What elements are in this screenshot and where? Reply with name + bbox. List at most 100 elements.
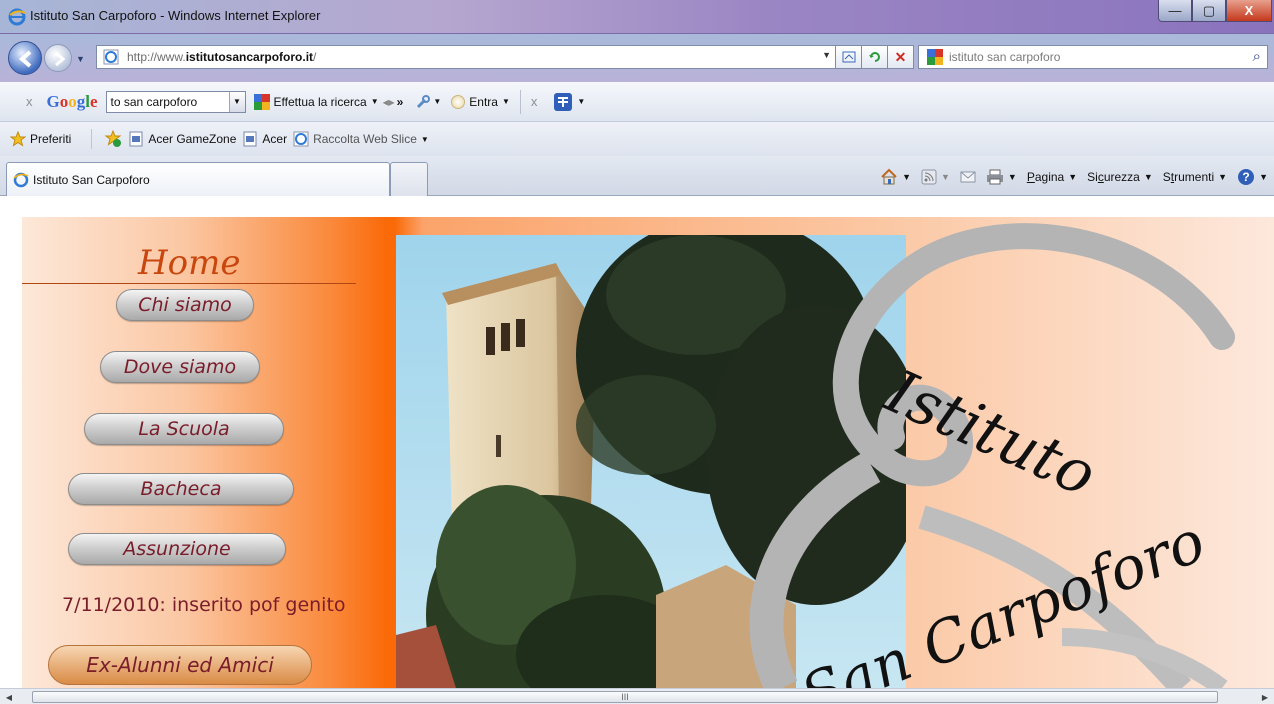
- forward-arrow-icon: [55, 51, 66, 67]
- window-title: Istituto San Carpoforo - Windows Interne…: [30, 8, 321, 23]
- horizontal-scrollbar[interactable]: ◀ III ▶: [0, 688, 1274, 704]
- google-search-button[interactable]: Effettua la ricerca ▼: [253, 93, 379, 110]
- add-to-favorites-icon[interactable]: [104, 130, 122, 148]
- home-link[interactable]: Home: [138, 243, 240, 283]
- back-arrow-icon: [18, 50, 32, 68]
- home-icon: [881, 168, 897, 185]
- stop-button[interactable]: ✕: [888, 45, 914, 69]
- read-mail-button[interactable]: [960, 170, 976, 184]
- favorites-button[interactable]: Preferiti: [10, 131, 71, 147]
- help-button[interactable]: ? ▼: [1237, 168, 1268, 186]
- address-bar[interactable]: http://www.istitutosancarpoforo.it/ ▼: [96, 45, 836, 69]
- chevron-down-icon: ▼: [433, 97, 442, 106]
- search-icon[interactable]: ⌕: [1253, 48, 1261, 65]
- safety-menu-label: Sicurezza: [1087, 170, 1140, 184]
- chevron-down-icon: ▼: [1007, 172, 1017, 182]
- refresh-icon: [868, 52, 880, 62]
- navigation-bar: ▼ http://www.istitutosancarpoforo.it/ ▼ …: [0, 34, 1274, 82]
- nav-assunzione[interactable]: Assunzione: [68, 533, 286, 565]
- window-controls: — ▢ X: [1158, 0, 1272, 22]
- site-sidebar: Home Chi siamo Dove siamo La Scuola Bach…: [22, 217, 384, 688]
- recent-pages-dropdown-icon[interactable]: ▼: [76, 54, 85, 64]
- url-text: http://www.istitutosancarpoforo.it/: [127, 50, 317, 64]
- scroll-right-icon[interactable]: ▶: [1258, 691, 1272, 703]
- chevron-down-icon: ▼: [1143, 172, 1153, 182]
- google-toolbar: x Google to san carpoforo ▼ Effettua la …: [0, 82, 1274, 122]
- web-page-icon: [129, 131, 143, 147]
- google-logo-letter: g: [76, 91, 86, 111]
- nav-chi-siamo[interactable]: Chi siamo: [116, 289, 254, 321]
- help-icon: ?: [1238, 169, 1255, 185]
- google-logo-letter: e: [89, 91, 98, 111]
- tools-menu[interactable]: Strumenti ▼: [1163, 170, 1227, 184]
- search-input[interactable]: istituto san carpoforo: [949, 50, 1060, 64]
- ie-tab-icon: [13, 172, 29, 187]
- svg-text:?: ?: [1242, 170, 1249, 184]
- feeds-button[interactable]: ▼: [921, 169, 950, 185]
- nav-la-scuola[interactable]: La Scuola: [84, 413, 284, 445]
- addon-button[interactable]: ▼: [553, 92, 585, 112]
- chevron-down-icon: ▼: [902, 172, 911, 182]
- favorite-acer-gamezone[interactable]: Acer GameZone: [128, 131, 236, 147]
- back-button[interactable]: [8, 41, 42, 75]
- favorites-bar: Preferiti Acer GameZone Acer Raccolta We…: [0, 122, 1274, 156]
- favorite-label: Raccolta Web Slice: [313, 132, 417, 146]
- google-query-text: to san carpoforo: [110, 94, 198, 109]
- google-logo-letter: o: [68, 91, 77, 111]
- wrench-icon[interactable]: ▼: [415, 94, 441, 110]
- close-toolbar-icon[interactable]: x: [531, 94, 538, 109]
- wrench-icon-shape: [417, 94, 431, 108]
- refresh-button[interactable]: [862, 45, 888, 69]
- search-box[interactable]: istituto san carpoforo ⌕: [918, 45, 1268, 69]
- scrollbar-grip: III: [621, 692, 629, 702]
- query-dropdown-icon[interactable]: ▼: [228, 91, 245, 112]
- google-search-icon: [253, 93, 270, 110]
- addon-icon: [554, 92, 573, 111]
- forward-button[interactable]: [44, 44, 72, 72]
- ex-alumni-button[interactable]: Ex-Alunni ed Amici: [48, 645, 312, 685]
- web-page-icon: [243, 131, 257, 147]
- chevron-down-icon: ▼: [1259, 172, 1268, 182]
- tab-label: Istituto San Carpoforo: [33, 172, 150, 187]
- favorite-acer[interactable]: Acer: [242, 131, 287, 147]
- compatibility-icon: [842, 51, 855, 63]
- favorite-label: Acer: [262, 132, 288, 146]
- google-logo: Google: [47, 92, 98, 112]
- title-bar: Istituto San Carpoforo - Windows Interne…: [0, 0, 1274, 34]
- nav-bacheca[interactable]: Bacheca: [68, 473, 294, 505]
- scrollbar-thumb[interactable]: III: [32, 691, 1218, 703]
- favorite-web-slice-gallery[interactable]: Raccolta Web Slice ▼: [293, 131, 429, 147]
- chevron-down-icon: ▼: [1068, 172, 1078, 182]
- google-query-input[interactable]: to san carpoforo ▼: [105, 90, 246, 113]
- tab-istituto-san-carpoforo[interactable]: Istituto San Carpoforo: [6, 162, 390, 196]
- tab-bar: Istituto San Carpoforo ▼ ▼ ▼ Pagina ▼ Si…: [0, 156, 1274, 196]
- minimize-button[interactable]: —: [1158, 0, 1192, 22]
- print-button[interactable]: ▼: [986, 169, 1017, 185]
- chevron-down-icon: ▼: [1218, 172, 1228, 182]
- ie-page-icon: [293, 131, 309, 147]
- toolbar-separator: [519, 89, 521, 114]
- site-banner: Home Chi siamo Dove siamo La Scuola Bach…: [22, 217, 1274, 688]
- home-button[interactable]: ▼: [880, 168, 911, 186]
- maximize-button[interactable]: ▢: [1192, 0, 1226, 22]
- chevron-down-icon: ▼: [941, 172, 950, 182]
- signin-button[interactable]: Entra ▼: [451, 94, 510, 109]
- address-dropdown-icon[interactable]: ▼: [822, 50, 831, 60]
- mail-icon: [960, 171, 976, 183]
- close-toolbar-icon[interactable]: x: [26, 94, 33, 109]
- safety-menu[interactable]: Sicurezza ▼: [1087, 170, 1153, 184]
- close-window-button[interactable]: X: [1226, 0, 1272, 22]
- google-logo-letter: G: [46, 91, 60, 111]
- page-menu[interactable]: Pagina ▼: [1027, 170, 1077, 184]
- church-bell-tower-photo: [396, 235, 906, 688]
- nav-dove-siamo[interactable]: Dove siamo: [100, 351, 260, 383]
- printer-icon: [986, 169, 1003, 185]
- new-tab-button[interactable]: [390, 162, 428, 196]
- scroll-left-icon[interactable]: ◀: [2, 691, 16, 703]
- ie-logo-icon: [8, 8, 26, 26]
- rss-feed-icon: [921, 169, 937, 185]
- more-tools-button[interactable]: »: [397, 95, 404, 109]
- news-ticker[interactable]: 7/11/2010: inserito pof genito: [62, 594, 346, 616]
- compatibility-view-button[interactable]: [836, 45, 862, 69]
- toolbar-resize-handle-icon[interactable]: ◂▸: [383, 95, 395, 109]
